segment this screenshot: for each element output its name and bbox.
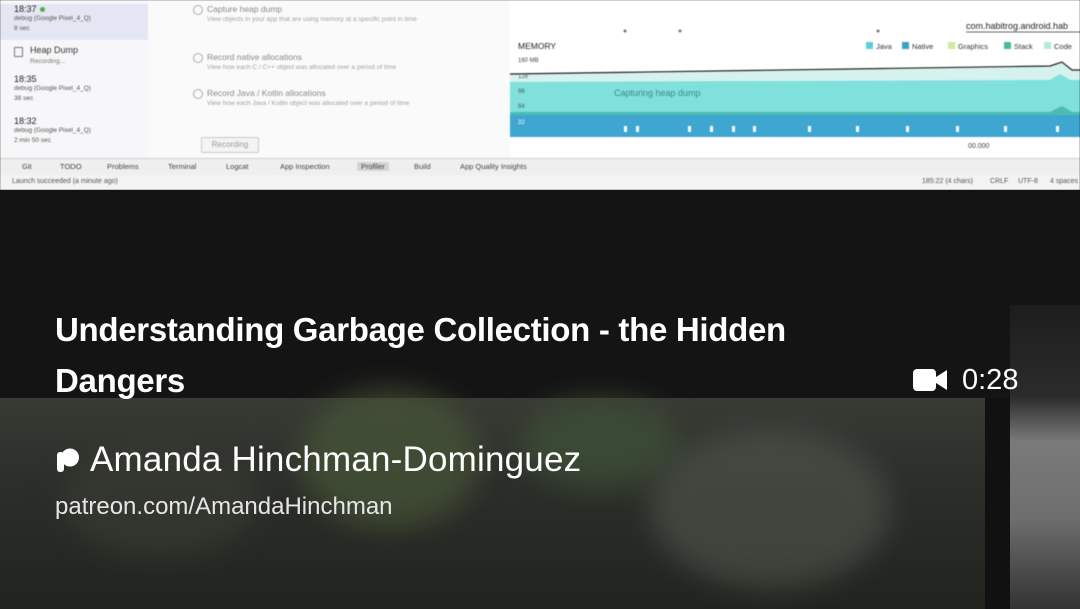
legend-swatch-code — [1044, 42, 1051, 49]
option-desc: View objects in your app that are using … — [207, 16, 417, 23]
y-tick: 160 MB — [518, 58, 539, 64]
gc-marker — [1056, 126, 1059, 132]
y-tick: 96 — [518, 89, 525, 95]
session-duration: 2 min 50 sec — [14, 137, 51, 144]
status-bar: Launch succeeded (a minute ago) 185:22 (… — [0, 175, 1080, 190]
event-marker — [876, 29, 880, 33]
gc-marker — [688, 126, 691, 132]
session-item[interactable]: 18:37 debug (Google Pixel_4_Q) 8 sec — [0, 4, 148, 40]
side-video-divider — [985, 398, 1010, 609]
gc-marker — [710, 126, 713, 132]
legend-graphics: Graphics — [958, 42, 988, 51]
option-desc: View how each C / C++ object was allocat… — [207, 64, 397, 71]
gc-marker — [732, 126, 735, 132]
tab-problems[interactable]: Problems — [107, 162, 139, 171]
tab-build[interactable]: Build — [414, 162, 431, 171]
gc-marker — [753, 126, 756, 132]
session-time: 18:32 — [14, 116, 37, 126]
tab-todo[interactable]: TODO — [60, 162, 82, 171]
session-device: debug (Google Pixel_4_Q) — [14, 85, 91, 92]
duration-text: 0:28 — [962, 363, 1019, 396]
video-camera-icon — [913, 369, 947, 391]
y-tick: 32 — [518, 120, 525, 126]
tab-app-inspection[interactable]: App Inspection — [280, 162, 330, 171]
heap-dump-item[interactable]: Heap Dump Recording... — [0, 42, 148, 70]
session-time: 18:35 — [14, 74, 37, 84]
legend-swatch-native — [902, 42, 909, 49]
tab-terminal[interactable]: Terminal — [168, 162, 196, 171]
legend-native: Native — [912, 42, 933, 51]
tab-profiler[interactable]: Profiler — [357, 162, 389, 171]
process-name: com.habitrog.android.hab — [966, 21, 1068, 31]
option-label: Record Java / Kotlin allocations — [207, 88, 326, 98]
session-duration: 38 sec — [14, 95, 34, 102]
gc-marker — [856, 126, 859, 132]
tool-window-bar: Git TODO Problems Terminal Logcat App In… — [0, 158, 1080, 175]
patreon-icon — [57, 448, 79, 472]
record-button[interactable]: Recording — [201, 137, 259, 153]
status-encoding[interactable]: UTF-8 — [1018, 178, 1038, 185]
time-axis-label: 00.000 — [968, 143, 990, 150]
session-device: debug (Google Pixel_4_Q) — [14, 15, 91, 22]
tab-logcat[interactable]: Logcat — [226, 162, 249, 171]
option-label: Capture heap dump — [207, 4, 283, 14]
native-area — [510, 115, 1080, 137]
legend-swatch-java — [866, 42, 873, 49]
gc-marker — [956, 126, 959, 132]
status-line-ending[interactable]: CRLF — [990, 178, 1008, 185]
session-item[interactable]: 18:32 debug (Google Pixel_4_Q) 2 min 50 … — [0, 116, 148, 156]
legend-swatch-graphics — [948, 42, 955, 49]
option-desc: View how each Java / Kotlin object was a… — [207, 100, 410, 107]
gc-marker — [636, 126, 639, 132]
heap-dump-status: Recording... — [30, 58, 66, 65]
video-thumbnail-screenshot: 18:37 debug (Google Pixel_4_Q) 8 sec Hea… — [0, 0, 1080, 190]
legend-swatch-stack — [1004, 42, 1011, 49]
live-dot-icon — [39, 7, 45, 12]
memory-title: MEMORY — [518, 41, 556, 51]
session-item[interactable]: 18:35 debug (Google Pixel_4_Q) 38 sec — [0, 74, 148, 114]
status-message: Launch succeeded (a minute ago) — [12, 178, 118, 185]
status-position[interactable]: 185:22 (4 chars) — [922, 178, 973, 185]
session-device: debug (Google Pixel_4_Q) — [14, 127, 91, 134]
tab-git[interactable]: Git — [22, 162, 32, 171]
radio-icon[interactable] — [193, 53, 203, 63]
capture-overlay-text: Capturing heap dump — [614, 88, 701, 98]
radio-icon[interactable] — [193, 89, 203, 99]
creator-name[interactable]: Amanda Hinchman-Dominguez — [90, 440, 581, 480]
y-tick: 128 — [518, 74, 529, 80]
video-info-card[interactable]: Understanding Garbage Collection - the H… — [0, 190, 1080, 609]
y-tick: 64 — [518, 104, 525, 110]
creator-link[interactable]: patreon.com/AmandaHinchman — [55, 493, 393, 521]
event-marker — [623, 29, 627, 33]
legend-java: Java — [876, 42, 893, 51]
memory-chart-svg: com.habitrog.android.hab MEMORY 160 MB J… — [509, 21, 1080, 150]
video-title[interactable]: Understanding Garbage Collection - the H… — [55, 304, 875, 406]
status-indent[interactable]: 4 spaces — [1050, 178, 1078, 185]
gc-marker — [808, 126, 811, 132]
sessions-panel: 18:37 debug (Google Pixel_4_Q) 8 sec Hea… — [0, 0, 149, 160]
gc-marker — [1004, 126, 1007, 132]
heap-dump-label: Heap Dump — [30, 45, 79, 55]
creator-row[interactable]: Amanda Hinchman-Dominguez — [55, 440, 581, 480]
gc-marker — [906, 126, 909, 132]
memory-profiler-chart: com.habitrog.android.hab MEMORY 160 MB J… — [509, 0, 1080, 160]
tab-app-quality-insights[interactable]: App Quality Insights — [460, 162, 527, 171]
legend-stack: Stack — [1014, 42, 1033, 51]
event-marker — [678, 29, 682, 33]
session-time: 18:37 — [14, 4, 37, 14]
option-label: Record native allocations — [207, 52, 302, 62]
side-video-frame — [1010, 305, 1080, 609]
radio-icon[interactable] — [193, 5, 203, 15]
video-duration: 0:28 — [912, 362, 1018, 398]
gc-marker — [624, 126, 627, 132]
legend-code: Code — [1054, 42, 1072, 51]
session-duration: 8 sec — [14, 25, 30, 32]
heap-dump-icon — [14, 47, 23, 57]
recording-options-panel: Capture heap dump View objects in your a… — [148, 0, 510, 160]
